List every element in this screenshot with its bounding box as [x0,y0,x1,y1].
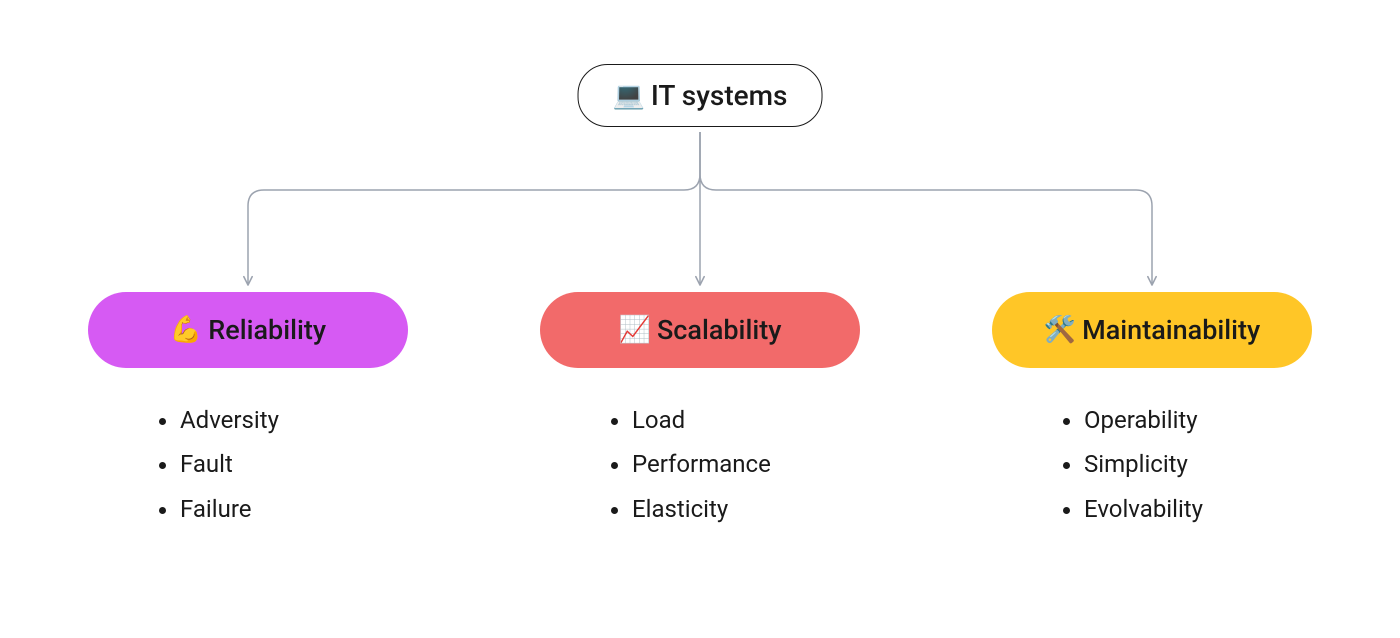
scalability-bullets: Load Performance Elasticity [540,398,771,531]
list-item: Evolvability [1084,487,1203,531]
list-item: Performance [632,442,771,486]
maintainability-bullets: Operability Simplicity Evolvability [992,398,1203,531]
reliability-pill: 💪 Reliability [88,292,408,368]
child-maintainability: 🛠️ Maintainability Operability Simplicit… [992,292,1312,531]
reliability-bullets: Adversity Fault Failure [88,398,279,531]
children-row: 💪 Reliability Adversity Fault Failure 📈 … [0,292,1400,531]
list-item: Failure [180,487,279,531]
tools-icon: 🛠️ [1044,315,1076,345]
laptop-icon: 💻 [613,81,645,111]
list-item: Simplicity [1084,442,1203,486]
list-item: Load [632,398,771,442]
connector-lines [0,128,1400,298]
scalability-label: Scalability [657,314,781,346]
reliability-label: Reliability [208,314,326,346]
maintainability-label: Maintainability [1082,314,1260,346]
maintainability-pill: 🛠️ Maintainability [992,292,1312,368]
child-scalability: 📈 Scalability Load Performance Elasticit… [540,292,860,531]
scalability-pill: 📈 Scalability [540,292,860,368]
root-label: IT systems [651,79,788,112]
flex-arm-icon: 💪 [170,315,202,345]
chart-up-icon: 📈 [619,315,651,345]
list-item: Fault [180,442,279,486]
child-reliability: 💪 Reliability Adversity Fault Failure [88,292,408,531]
root-node: 💻 IT systems [578,64,823,127]
list-item: Elasticity [632,487,771,531]
list-item: Adversity [180,398,279,442]
list-item: Operability [1084,398,1203,442]
